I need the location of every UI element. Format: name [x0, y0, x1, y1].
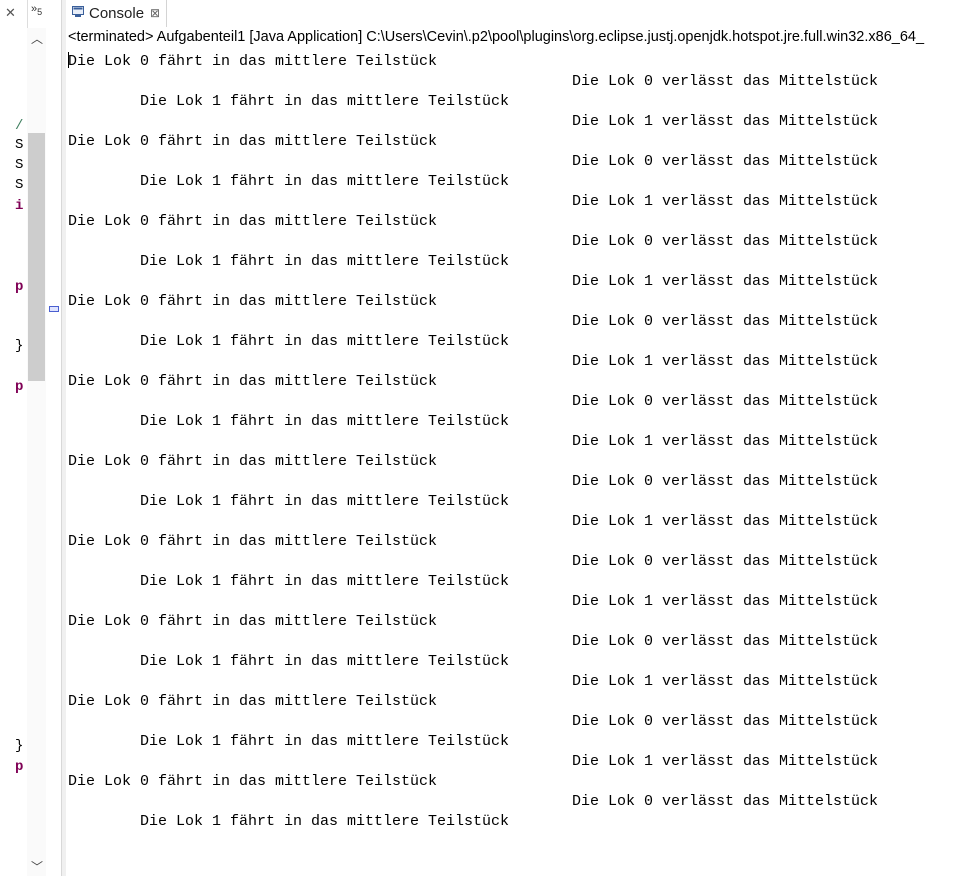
console-output-line: Die Lok 0 verlässt das Mittelstück [572, 473, 879, 490]
code-fragment: p [15, 379, 24, 395]
console-output-line: Die Lok 0 fährt in das mittlere Teilstüc… [68, 133, 438, 150]
console-output-line: Die Lok 0 verlässt das Mittelstück [572, 553, 879, 570]
console-output-line: Die Lok 0 fährt in das mittlere Teilstüc… [68, 293, 438, 310]
console-tab-bar: Console ⊠ [66, 0, 957, 28]
console-status-line: <terminated> Aufgabenteil1 [Java Applica… [68, 29, 925, 45]
code-fragment: p [15, 759, 24, 775]
code-fragment: S [15, 137, 24, 153]
console-output-line: Die Lok 1 verlässt das Mittelstück [572, 353, 879, 370]
tab-console-label: Console [89, 5, 145, 22]
code-fragment: p [15, 279, 24, 295]
console-icon [72, 6, 84, 17]
console-output-line: Die Lok 0 fährt in das mittlere Teilstüc… [68, 613, 438, 630]
console-output-line: Die Lok 0 verlässt das Mittelstück [572, 153, 879, 170]
console-output-line: Die Lok 1 fährt in das mittlere Teilstüc… [140, 733, 510, 750]
console-output-line: Die Lok 1 verlässt das Mittelstück [572, 113, 879, 130]
console-output-line: Die Lok 0 verlässt das Mittelstück [572, 393, 879, 410]
console-output[interactable]: Die Lok 0 fährt in das mittlere Teilstüc… [68, 52, 957, 876]
tab-divider [27, 0, 28, 28]
console-output-line: Die Lok 1 fährt in das mittlere Teilstüc… [140, 93, 510, 110]
code-fragment: S [15, 157, 24, 173]
console-output-line: Die Lok 1 fährt in das mittlere Teilstüc… [140, 413, 510, 430]
console-output-line: Die Lok 0 verlässt das Mittelstück [572, 233, 879, 250]
console-output-line: Die Lok 0 fährt in das mittlere Teilstüc… [68, 693, 438, 710]
console-output-line: Die Lok 1 verlässt das Mittelstück [572, 753, 879, 770]
console-output-line: Die Lok 1 fährt in das mittlere Teilstüc… [140, 253, 510, 270]
pane-sash[interactable] [61, 0, 66, 876]
console-output-line: Die Lok 1 verlässt das Mittelstück [572, 593, 879, 610]
close-icon[interactable]: ⊠ [150, 6, 160, 20]
console-output-line: Die Lok 1 fährt in das mittlere Teilstüc… [140, 333, 510, 350]
code-fragment: S [15, 177, 24, 193]
console-output-line: Die Lok 0 fährt in das mittlere Teilstüc… [68, 533, 438, 550]
code-fragment: } [15, 338, 24, 354]
console-output-line: Die Lok 1 fährt in das mittlere Teilstüc… [140, 653, 510, 670]
close-icon[interactable]: ✕ [5, 5, 16, 21]
console-output-line: Die Lok 1 fährt in das mittlere Teilstüc… [140, 573, 510, 590]
tab-console[interactable]: Console ⊠ [66, 0, 167, 27]
console-output-line: Die Lok 0 fährt in das mittlere Teilstüc… [68, 773, 438, 790]
overflow-count: 5 [37, 7, 43, 18]
console-output-line: Die Lok 0 fährt in das mittlere Teilstüc… [68, 53, 438, 70]
scroll-up-chevron-icon[interactable]: ︿ [31, 30, 43, 47]
console-output-line: Die Lok 0 verlässt das Mittelstück [572, 73, 879, 90]
console-output-line: Die Lok 1 verlässt das Mittelstück [572, 673, 879, 690]
console-output-line: Die Lok 0 verlässt das Mittelstück [572, 633, 879, 650]
text-caret [68, 52, 69, 68]
console-output-line: Die Lok 0 verlässt das Mittelstück [572, 793, 879, 810]
code-fragment: i [15, 198, 24, 214]
console-output-line: Die Lok 1 verlässt das Mittelstück [572, 193, 879, 210]
console-output-line: Die Lok 0 verlässt das Mittelstück [572, 313, 879, 330]
console-output-line: Die Lok 1 verlässt das Mittelstück [572, 433, 879, 450]
code-fragment: / [15, 118, 24, 134]
console-output-line: Die Lok 1 fährt in das mittlere Teilstüc… [140, 493, 510, 510]
code-fragment: } [15, 738, 24, 754]
scroll-down-chevron-icon[interactable]: ﹀ [31, 858, 43, 875]
console-output-line: Die Lok 0 fährt in das mittlere Teilstüc… [68, 453, 438, 470]
tab-overflow-button[interactable]: »5 [31, 3, 42, 17]
editor-tab-bar: ✕ »5 [0, 0, 61, 28]
editor-scrollbar-thumb[interactable] [28, 133, 45, 381]
console-output-line: Die Lok 0 fährt in das mittlere Teilstüc… [68, 373, 438, 390]
editor-pane: ✕ »5 /S S Si p} p} p ︿ ﹀ [0, 0, 61, 876]
console-output-line: Die Lok 1 verlässt das Mittelstück [572, 273, 879, 290]
console-output-line: Die Lok 0 verlässt das Mittelstück [572, 713, 879, 730]
console-output-line: Die Lok 1 fährt in das mittlere Teilstüc… [140, 813, 510, 830]
overview-ruler-marker[interactable] [49, 306, 59, 312]
console-output-line: Die Lok 1 fährt in das mittlere Teilstüc… [140, 173, 510, 190]
console-output-line: Die Lok 0 fährt in das mittlere Teilstüc… [68, 213, 438, 230]
console-output-line: Die Lok 1 verlässt das Mittelstück [572, 513, 879, 530]
